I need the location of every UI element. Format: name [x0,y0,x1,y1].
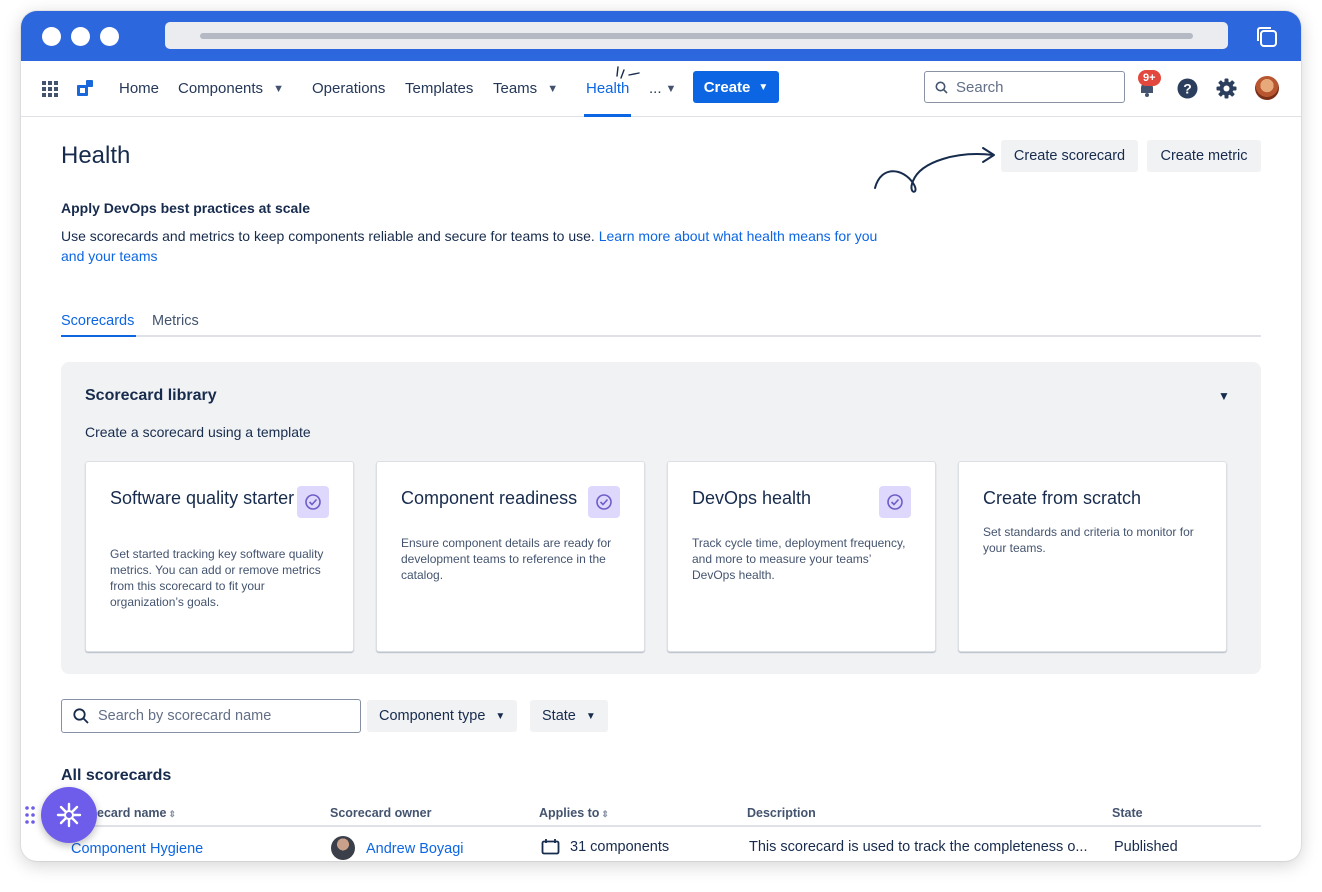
owner-avatar [331,836,355,860]
global-search-input[interactable]: Search [924,71,1125,103]
template-card-desc: Set standards and criteria to monitor fo… [983,525,1194,555]
page-description: Use scorecards and metrics to keep compo… [61,226,881,266]
template-card-desc: Track cycle time, deployment frequency, … [692,536,906,582]
user-avatar[interactable] [1255,76,1279,100]
chevron-down-icon: ▼ [495,710,506,722]
address-placeholder [200,33,1193,39]
nav-components-label: Components [178,80,264,97]
scorecard-name-link[interactable]: Component Hygiene [71,841,203,857]
owner-link[interactable]: Andrew Boyagi [366,841,464,857]
chevron-down-icon: ▼ [758,81,769,93]
nav-teams-label: Teams [493,80,538,97]
component-type-label: Component type [379,708,486,724]
scorecard-search-placeholder: Search by scorecard name [98,708,272,724]
drag-handle-icon[interactable] [24,805,36,825]
create-button[interactable]: Create ▼ [693,71,779,103]
notification-badge: 9+ [1138,70,1161,86]
search-icon [73,708,89,724]
create-scorecard-button[interactable]: Create scorecard [1001,140,1138,172]
library-subtitle: Create a scorecard using a template [85,424,311,440]
template-card-title: DevOps health [692,488,812,508]
collapse-chevron-icon[interactable]: ▼ [1218,389,1230,403]
check-circle-icon [879,486,911,518]
nav-templates[interactable]: Templates [405,80,473,97]
create-metric-button[interactable]: Create metric [1147,140,1261,172]
nav-health[interactable]: Health [586,80,629,97]
nav-operations[interactable]: Operations [312,80,385,97]
chevron-down-icon: ▼ [273,83,284,95]
nav-active-indicator [584,114,631,117]
create-button-label: Create [703,78,751,96]
nav-teams[interactable]: Teams ▼ [493,80,558,97]
description-value: This scorecard is used to track the comp… [749,839,1088,855]
component-icon [541,839,560,855]
scorecard-library: Scorecard library Create a scorecard usi… [61,362,1261,674]
template-card-from-scratch[interactable]: Create from scratch Set standards and cr… [958,461,1227,652]
search-placeholder: Search [956,78,1004,96]
tabs: Scorecards Metrics [61,313,1261,337]
library-title: Scorecard library [85,387,217,404]
window-control-close[interactable] [42,27,61,46]
state-value: Published [1114,839,1178,855]
page-subtitle: Apply DevOps best practices at scale [61,200,310,216]
chevron-down-icon: ▼ [547,83,559,95]
state-filter[interactable]: State ▼ [530,700,608,732]
compass-logo-icon[interactable] [75,78,95,98]
chevron-down-icon: ▼ [585,710,596,722]
search-icon [935,81,948,94]
table-header-divider [61,825,1261,827]
template-card-title: Software quality starter [110,488,295,508]
scorecard-search-input[interactable]: Search by scorecard name [61,699,361,733]
check-circle-icon [297,486,329,518]
template-card-component-readiness[interactable]: Component readiness Ensure component det… [376,461,645,652]
description-text: Use scorecards and metrics to keep compo… [61,228,595,244]
address-bar[interactable] [165,22,1228,49]
column-header-name-label: ecard name [97,806,167,820]
nav-components[interactable]: Components ▼ [178,80,284,97]
duplicate-tab-icon[interactable] [1254,24,1280,50]
help-icon[interactable]: ? [1177,78,1198,99]
browser-titlebar [21,11,1301,61]
all-scorecards-title: All scorecards [61,767,172,784]
template-card-title: Component readiness [401,488,578,508]
chevron-down-icon: ▼ [665,83,677,95]
sparkle-icon [56,802,82,828]
sort-icon: ⇕ [168,809,177,819]
tab-metrics[interactable]: Metrics [152,313,199,329]
column-header-name[interactable]: ecard name ⇕ [97,806,176,820]
svg-text:?: ? [1183,81,1192,97]
check-circle-icon [588,486,620,518]
column-header-owner: Scorecard owner [330,806,432,820]
app-switcher-icon[interactable] [41,80,59,98]
sort-icon: ⇕ [601,809,609,819]
applies-to-value: 31 components [570,839,670,855]
component-type-filter[interactable]: Component type ▼ [367,700,518,732]
nav-home[interactable]: Home [119,80,159,97]
template-card-software-quality[interactable]: Software quality starter Get started tra… [85,461,354,652]
tab-active-indicator [61,335,136,337]
template-card-desc: Get started tracking key software qualit… [110,547,324,609]
assistant-fab-button[interactable] [41,787,97,843]
template-card-title: Create from scratch [983,488,1142,508]
column-header-state: State [1112,806,1143,820]
window-control-zoom[interactable] [100,27,119,46]
state-filter-label: State [542,708,576,724]
window-control-minimize[interactable] [71,27,90,46]
column-header-applies-to[interactable]: Applies to ⇕ [539,806,609,820]
tab-scorecards[interactable]: Scorecards [61,313,134,329]
settings-gear-icon[interactable] [1216,78,1237,99]
nav-more-label: ... [649,80,662,97]
column-header-applies-label: Applies to [539,806,600,820]
sparkle-annotation-icon [616,66,640,79]
template-card-devops-health[interactable]: DevOps health Track cycle time, deployme… [667,461,936,652]
arrow-annotation-icon [874,147,995,193]
template-card-desc: Ensure component details are ready for d… [401,536,612,582]
top-navigation: Home Components ▼ Operations Templates Te… [21,61,1301,117]
browser-window: Home Components ▼ Operations Templates Te… [21,11,1301,861]
column-header-description: Description [747,806,816,820]
nav-more[interactable]: ... ▼ [649,80,676,97]
page-title: Health [61,142,131,169]
